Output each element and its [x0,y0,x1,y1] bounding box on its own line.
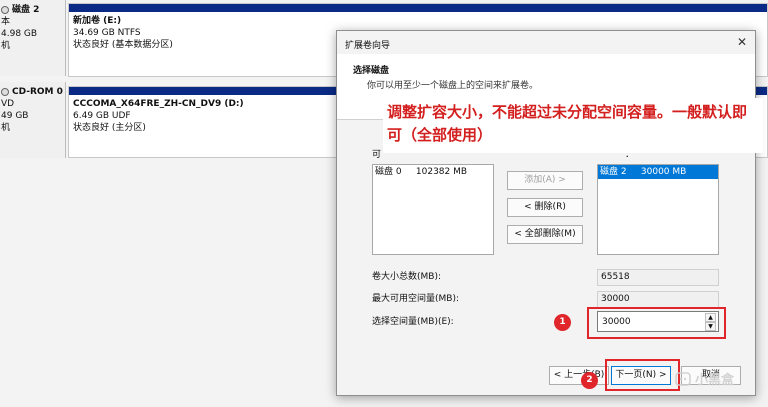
disk-2-label[interactable]: 磁盘 2 本 4.98 GB 机 [0,0,66,76]
disk-icon [1,6,9,14]
step-marker-1: 1 [554,314,571,331]
back-button[interactable]: < 上一步(B) [549,366,609,385]
watermark-text: 小黑盒 [695,373,735,388]
list-item[interactable]: 磁盘 0 102382 MB [373,165,493,179]
list-item[interactable]: 磁盘 2 30000 MB [598,165,718,179]
max-space-field: 30000 [597,291,719,308]
disk-status: 机 [1,123,11,133]
extend-volume-wizard: 扩展卷向导 ✕ 选择磁盘 你可以用至少一个磁盘上的空间来扩展卷。 可 ： 磁盘 … [336,30,756,396]
annotation-callout: 调整扩容大小，不能超过未分配空间容量。一般默认即可（全部使用） [383,98,763,153]
disk-size: 4.98 GB [1,29,38,39]
highlight-space-amount [587,307,726,339]
dialog-title: 扩展卷向导 [345,41,391,51]
available-disks-list[interactable]: 磁盘 0 102382 MB [372,164,494,255]
selected-disks-list[interactable]: 磁盘 2 30000 MB [597,164,719,255]
remove-all-button[interactable]: < 全部删除(M) [507,225,583,244]
close-icon[interactable]: ✕ [737,35,747,49]
volume-title: 新加卷 (E:) [73,16,122,26]
select-space-label: 选择空间量(MB)(E): [372,317,454,327]
disk-name: 磁盘 2 [12,5,40,15]
max-space-label: 最大可用空间量(MB): [372,294,459,304]
total-size-field: 65518 [597,269,719,286]
total-size-label: 卷大小总数(MB): [372,272,441,282]
disk-type: 本 [1,17,11,27]
header-subtitle: 你可以用至少一个磁盘上的空间来扩展卷。 [367,81,539,91]
highlight-next-button [605,359,680,391]
watermark: 小黑盒 [674,369,734,388]
watermark-logo-icon [675,371,691,386]
disk-size: 49 GB [1,111,29,121]
disk-type: VD [1,99,15,109]
available-label: 可 [372,150,382,160]
step-marker-2: 2 [581,372,598,389]
add-button[interactable]: 添加(A) > [507,171,583,190]
disk-name: CD-ROM 0 [12,87,63,97]
cdrom-icon [1,88,9,96]
volume-bar [69,4,767,12]
remove-button[interactable]: < 删除(R) [507,198,583,217]
cdrom-0-label[interactable]: CD-ROM 0 VD 49 GB 机 [0,82,66,158]
disk-status: 机 [1,41,11,51]
header-title: 选择磁盘 [353,66,390,76]
